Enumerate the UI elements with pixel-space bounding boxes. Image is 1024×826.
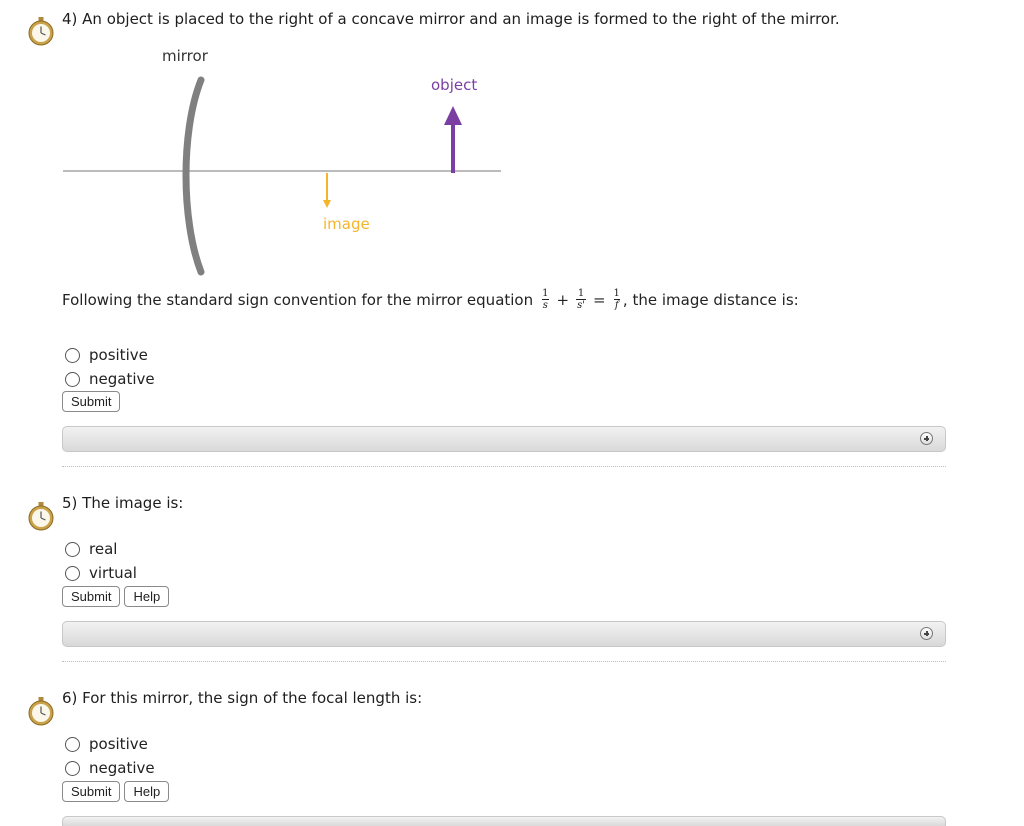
question-6-text: 6) For this mirror, the sign of the foca… — [62, 689, 423, 707]
prompt-text-after: , the image distance is: — [622, 291, 799, 309]
fraction-1-over-s: 1s — [541, 288, 549, 311]
help-button[interactable]: Help — [124, 586, 170, 607]
q4-hint-bar[interactable] — [62, 426, 946, 452]
fraction-1-over-f: 1f — [613, 288, 620, 311]
q6-hint-bar[interactable] — [62, 816, 946, 826]
image-arrowhead — [323, 200, 331, 208]
timer-icon — [28, 502, 54, 531]
submit-button[interactable]: Submit — [62, 391, 121, 412]
object-label: object — [431, 76, 478, 94]
radio-button[interactable] — [65, 347, 80, 363]
object-arrowhead — [444, 106, 462, 125]
submit-button[interactable]: Submit — [62, 586, 121, 607]
question-5-text: 5) The image is: — [62, 494, 184, 512]
q5-option-virtual[interactable]: virtual — [65, 561, 137, 585]
radio-button[interactable] — [65, 371, 80, 387]
q4-option-negative[interactable]: negative — [65, 367, 155, 391]
radio-button[interactable] — [65, 565, 80, 581]
separator — [62, 661, 946, 662]
prompt-text-before: Following the standard sign convention f… — [62, 291, 534, 309]
q4-actions: Submit — [62, 391, 124, 412]
help-button[interactable]: Help — [124, 781, 170, 802]
fraction-1-over-s-prime: 1 s' — [576, 288, 586, 311]
q6-option-negative[interactable]: negative — [65, 756, 155, 780]
q5-option-real[interactable]: real — [65, 537, 137, 561]
equals-sign: = — [592, 291, 606, 309]
radio-button[interactable] — [65, 541, 80, 557]
mirror-label: mirror — [162, 47, 208, 65]
q4-option-positive[interactable]: positive — [65, 343, 155, 367]
question-4-text: 4) An object is placed to the right of a… — [62, 10, 840, 28]
submit-button[interactable]: Submit — [62, 781, 121, 802]
separator — [62, 466, 946, 467]
q5-hint-bar[interactable] — [62, 621, 946, 647]
expand-plus-icon[interactable] — [920, 627, 933, 640]
q5-actions: Submit Help — [62, 586, 173, 607]
q6-option-positive[interactable]: positive — [65, 732, 155, 756]
plus-sign: + — [556, 291, 570, 309]
mirror-equation-prompt: Following the standard sign convention f… — [62, 286, 799, 314]
timer-icon — [28, 697, 54, 726]
q4-options: positive negative — [65, 343, 155, 391]
image-label: image — [323, 215, 370, 233]
radio-button[interactable] — [65, 760, 80, 776]
q6-options: positive negative — [65, 732, 155, 780]
timer-icon — [28, 17, 54, 46]
q5-options: real virtual — [65, 537, 137, 585]
concave-mirror-shape — [182, 76, 205, 276]
q6-actions: Submit Help — [62, 781, 173, 802]
radio-button[interactable] — [65, 736, 80, 752]
expand-plus-icon[interactable] — [920, 432, 933, 445]
